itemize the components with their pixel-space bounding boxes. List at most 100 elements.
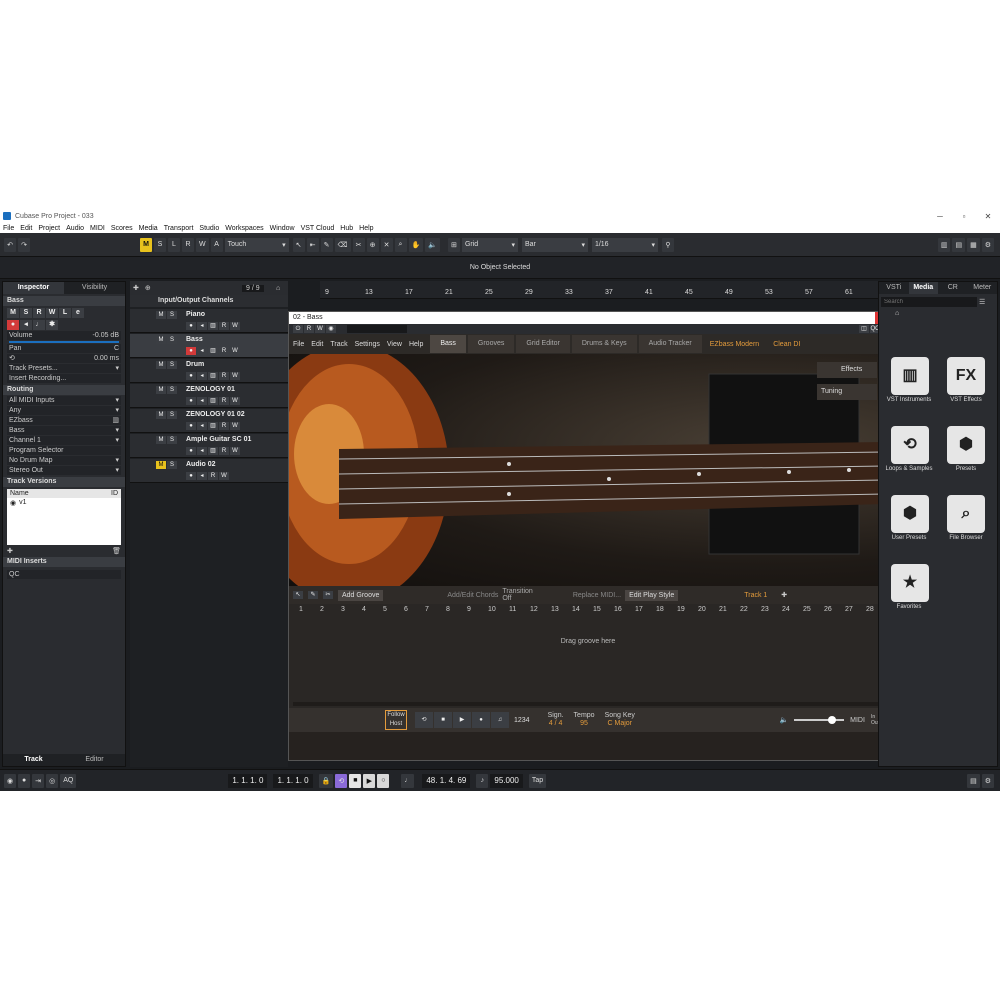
record-enable-button[interactable]: ●	[186, 347, 196, 355]
mute-button[interactable]: M	[7, 308, 19, 318]
edit-instrument-button[interactable]: ▥	[208, 447, 218, 455]
delay-row[interactable]: ⟲ 0.00 ms	[7, 354, 121, 363]
menu-help[interactable]: Help	[359, 225, 373, 232]
plugin-tab-grooves[interactable]: Grooves	[467, 335, 515, 353]
groove-scrollbar[interactable]	[293, 702, 883, 706]
delete-version-icon[interactable]: 🗑	[112, 547, 121, 555]
split-tool-icon[interactable]: ✂	[352, 237, 365, 252]
edit-instrument-button[interactable]: ▥	[208, 322, 218, 330]
hand-tool-icon[interactable]: ✋	[408, 237, 424, 252]
tab-visibility[interactable]: Visibility	[64, 282, 125, 294]
effects-button[interactable]: Effects	[817, 362, 877, 378]
mute-tool-icon[interactable]: ✕	[380, 237, 393, 252]
menu-project[interactable]: Project	[38, 225, 60, 232]
record-enable-button[interactable]: ●	[186, 447, 196, 455]
record-mode-icon[interactable]: ●	[18, 773, 31, 788]
list-view-icon[interactable]: ☰	[979, 298, 985, 306]
record-enable-button[interactable]: ●	[7, 320, 19, 330]
read-button[interactable]: R	[208, 472, 218, 480]
write-button[interactable]: W	[230, 347, 240, 355]
mute-button[interactable]: M	[156, 386, 166, 394]
quantize-select[interactable]: 1/16 ▾	[591, 237, 658, 252]
write-button[interactable]: W	[219, 472, 229, 480]
plugin-title-bar[interactable]: 02 - Bass ✕	[289, 312, 885, 324]
transport-settings-icon[interactable]: ⚙	[981, 773, 994, 788]
tab-inspector[interactable]: Inspector	[3, 282, 64, 294]
media-search-input[interactable]	[881, 297, 977, 307]
write-button[interactable]: W	[230, 422, 240, 430]
plugin-menu-edit[interactable]: Edit	[311, 341, 323, 348]
write-button[interactable]: W	[230, 372, 240, 380]
read-button[interactable]: R	[219, 322, 229, 330]
snap-type-select[interactable]: Grid ▾	[461, 237, 518, 252]
menu-vstcloud[interactable]: VST Cloud	[301, 225, 335, 232]
edit-play-style-button[interactable]: Edit Play Style	[625, 589, 679, 601]
add-version-icon[interactable]: ✚	[7, 547, 13, 555]
sync-icon[interactable]: ◉	[4, 773, 17, 788]
follow-host-button[interactable]: Follow Host	[385, 710, 407, 730]
draw-tool-icon[interactable]: ✎	[320, 237, 333, 252]
edit-instrument-button[interactable]: ▥	[208, 422, 218, 430]
track-row[interactable]: MS Drum ● ◂ ▥ R W	[130, 359, 288, 383]
timebase-button[interactable]: ♩	[33, 320, 45, 330]
routing-section[interactable]: Routing	[3, 385, 125, 395]
solo-button[interactable]: S	[20, 308, 32, 318]
count-in-button[interactable]: 1234	[514, 717, 530, 724]
user-presets-label[interactable]: User Presets	[879, 535, 939, 541]
volume-row[interactable]: Volume -0.05 dB	[7, 331, 121, 340]
plugin-tab-audio-tracker[interactable]: Audio Tracker	[638, 335, 702, 353]
version-row[interactable]: ◉ v1	[7, 498, 121, 508]
tab-meter[interactable]: Meter	[968, 282, 998, 294]
menu-edit[interactable]: Edit	[20, 225, 32, 232]
redo-icon[interactable]: ↷	[18, 237, 30, 252]
tempo-field[interactable]: Tempo 95	[574, 712, 595, 728]
layout-lower-icon[interactable]: ▤	[952, 237, 966, 252]
automation-mode-select[interactable]: Touch ▾	[224, 237, 289, 252]
loops-samples-label[interactable]: Loops & Samples	[879, 466, 939, 472]
groove-timeline[interactable]: 1 2 3 4 5 6 7 8 9 10 11 12 13 14 15 16 1…	[289, 604, 885, 618]
slider-knob[interactable]	[828, 716, 837, 724]
play-icon[interactable]: ▶	[453, 712, 471, 728]
home-icon[interactable]: ⌂	[895, 310, 997, 317]
monitor-button[interactable]: ◂	[197, 347, 207, 355]
monitor-button[interactable]: ◂	[197, 372, 207, 380]
position-display[interactable]: 48. 1. 4. 69	[422, 773, 471, 788]
midi-input-select[interactable]: All MIDI Inputs ▾	[7, 396, 121, 405]
mode-a-button[interactable]: A	[210, 237, 223, 252]
track-name[interactable]: Bass	[186, 336, 203, 343]
layout-left-icon[interactable]: ▥	[937, 237, 951, 252]
pointer-tool-icon[interactable]: ↖	[293, 591, 303, 599]
menu-studio[interactable]: Studio	[199, 225, 219, 232]
track-name[interactable]: Drum	[186, 361, 204, 368]
mute-button[interactable]: M	[156, 436, 166, 444]
close-icon[interactable]: ✕	[976, 212, 1000, 221]
presets-icon[interactable]: ⬢	[947, 426, 985, 464]
folder-track[interactable]: Input/Output Channels	[130, 295, 288, 307]
menu-hub[interactable]: Hub	[340, 225, 353, 232]
edit-instrument-button[interactable]: ▥	[208, 372, 218, 380]
plugin-tab-drums-keys[interactable]: Drums & Keys	[571, 335, 637, 353]
plugin-menu-track[interactable]: Track	[330, 341, 347, 348]
pencil-tool-icon[interactable]: ✎	[308, 591, 318, 599]
tab-vsti[interactable]: VSTi	[879, 282, 909, 294]
menu-window[interactable]: Window	[270, 225, 295, 232]
project-ruler[interactable]: 9 13 17 21 25 29 33 37 41 45 49 53 57 61	[320, 281, 878, 299]
solo-button[interactable]: S	[167, 386, 177, 394]
vst-effects-label[interactable]: VST Effects	[936, 397, 996, 403]
snap-toggle-icon[interactable]: ⊞	[447, 237, 460, 252]
record-enable-button[interactable]: ●	[186, 472, 196, 480]
vst-instruments-label[interactable]: VST Instruments	[879, 397, 939, 403]
add-groove-button[interactable]: Add Groove	[338, 589, 384, 601]
write-button[interactable]: W	[46, 308, 58, 318]
favorites-icon[interactable]: ★	[891, 564, 929, 602]
mute-button[interactable]: M	[156, 461, 166, 469]
solo-button[interactable]: S	[167, 461, 177, 469]
write-button[interactable]: W	[230, 397, 240, 405]
edit-button[interactable]: e	[72, 308, 84, 318]
quick-controls-section[interactable]: QC	[7, 570, 121, 579]
file-browser-label[interactable]: File Browser	[936, 535, 996, 541]
drum-map-select[interactable]: No Drum Map ▾	[7, 456, 121, 465]
plugin-menu-view[interactable]: View	[387, 341, 402, 348]
loop-icon[interactable]: ⟲	[415, 712, 433, 728]
record-icon[interactable]: ○	[377, 773, 390, 788]
